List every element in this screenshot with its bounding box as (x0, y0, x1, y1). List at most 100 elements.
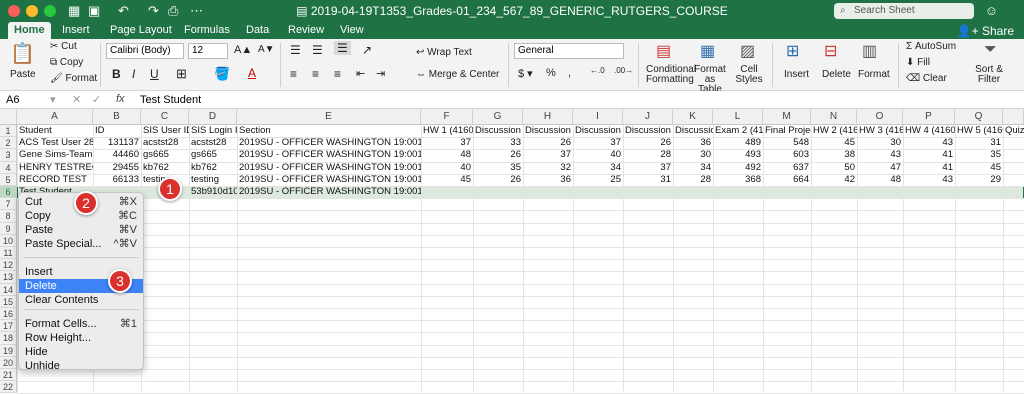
data-cell[interactable]: 40 (573, 149, 623, 161)
row-header[interactable]: 5 (0, 173, 17, 186)
data-cell[interactable]: 38 (811, 149, 857, 161)
autosum-button[interactable]: Σ AutoSum (906, 41, 956, 52)
data-cell[interactable]: kb762 (189, 162, 237, 174)
menu-item-paste-special[interactable]: Paste Special... ^⌘V (19, 237, 143, 251)
data-cell[interactable]: gs665 (189, 149, 237, 161)
row-header[interactable]: 6 (0, 186, 17, 199)
cell-styles-button[interactable]: Cell Styles (734, 65, 764, 85)
data-cell[interactable]: 664 (763, 174, 811, 186)
column-title-cell[interactable]: SIS User ID (141, 125, 189, 137)
select-all-corner[interactable] (0, 109, 17, 125)
data-cell[interactable]: 43 (857, 149, 903, 161)
data-cell[interactable]: 131137 (93, 137, 141, 149)
data-cell[interactable]: 637 (763, 162, 811, 174)
data-cell[interactable]: 37 (523, 149, 573, 161)
row-header[interactable]: 19 (0, 344, 17, 357)
data-cell[interactable]: 45 (955, 162, 1003, 174)
data-cell[interactable]: 29455 (93, 162, 141, 174)
data-cell[interactable]: 368 (713, 174, 763, 186)
cancel-icon[interactable]: ✕ (72, 93, 81, 106)
formula-input[interactable]: Test Student (140, 94, 201, 106)
data-cell[interactable]: 41 (903, 149, 955, 161)
row-header[interactable]: 18 (0, 332, 17, 345)
row-header[interactable]: 12 (0, 259, 17, 272)
data-cell[interactable]: 37 (421, 137, 473, 149)
data-cell[interactable]: Gene Sims-Team-Te (17, 149, 93, 161)
column-title-cell[interactable]: Student (17, 125, 93, 137)
format-painter-button[interactable]: 🖌 Format (50, 73, 97, 84)
tab-data[interactable]: Data (240, 22, 275, 39)
column-header[interactable]: I (573, 109, 623, 125)
column-header[interactable]: A (17, 109, 93, 125)
data-cell[interactable]: 34 (673, 162, 713, 174)
data-cell[interactable]: 36 (523, 174, 573, 186)
row-header[interactable]: 3 (0, 149, 17, 162)
data-cell[interactable]: 40 (421, 162, 473, 174)
delete-cells-icon[interactable]: ⊟ (824, 41, 837, 61)
smiley-feedback-icon[interactable]: ☺ (985, 3, 998, 18)
data-cell[interactable]: 35 (473, 162, 523, 174)
number-format-select[interactable]: General (514, 43, 624, 59)
menu-item-paste[interactable]: Paste ⌘V (19, 223, 143, 237)
data-cell[interactable]: acstst28 (141, 137, 189, 149)
column-header[interactable]: B (93, 109, 141, 125)
row-header[interactable]: 13 (0, 271, 17, 284)
data-cell[interactable]: 42 (811, 174, 857, 186)
data-cell[interactable]: 45 (811, 137, 857, 149)
name-box-dropdown-icon[interactable]: ▾ (50, 93, 56, 106)
tab-home[interactable]: Home (8, 22, 51, 39)
column-title-cell[interactable]: Discussion 5 (673, 125, 713, 137)
data-cell[interactable]: 30 (673, 149, 713, 161)
comma-icon[interactable]: , (568, 67, 571, 79)
data-cell[interactable]: 37 (623, 162, 673, 174)
borders-icon[interactable]: ⊞ (176, 66, 187, 82)
share-button[interactable]: 👤+ Share (957, 24, 1014, 38)
data-cell[interactable]: 28 (623, 149, 673, 161)
bold-button[interactable]: B (112, 67, 121, 81)
conditional-formatting-button[interactable]: Conditional Formatting (646, 65, 696, 85)
row-header[interactable]: 16 (0, 308, 17, 321)
column-header[interactable]: E (237, 109, 421, 125)
column-header[interactable]: O (857, 109, 903, 125)
tab-page-layout[interactable]: Page Layout (104, 22, 178, 39)
column-header[interactable]: G (473, 109, 523, 125)
data-cell[interactable]: 2019SU - OFFICER WASHINGTON 19:001:022:A… (237, 137, 421, 149)
data-cell[interactable]: 31 (955, 137, 1003, 149)
data-cell[interactable]: 489 (713, 137, 763, 149)
data-cell[interactable]: 45 (421, 174, 473, 186)
data-cell[interactable]: 29 (955, 174, 1003, 186)
data-cell[interactable]: 548 (763, 137, 811, 149)
align-top-icon[interactable]: ☰ (290, 43, 301, 57)
row-header[interactable]: 14 (0, 283, 17, 296)
column-header[interactable]: D (189, 109, 237, 125)
cut-button[interactable]: ✂ Cut (50, 41, 77, 52)
data-cell[interactable]: 34 (573, 162, 623, 174)
data-cell[interactable]: 35 (955, 149, 1003, 161)
column-header[interactable]: J (623, 109, 673, 125)
decrease-font-icon[interactable]: A▼ (258, 44, 275, 55)
data-cell[interactable]: 492 (713, 162, 763, 174)
column-header[interactable]: H (523, 109, 573, 125)
column-title-cell[interactable]: Discussion 2 (523, 125, 573, 137)
data-cell[interactable]: 26 (623, 137, 673, 149)
data-cell[interactable]: testing (189, 174, 237, 186)
underline-button[interactable]: U (150, 67, 159, 81)
menu-item-clear-contents[interactable]: Clear Contents (19, 293, 143, 307)
data-cell[interactable]: 41 (903, 162, 955, 174)
function-icon[interactable]: fx (116, 93, 125, 105)
format-cells-button[interactable]: Format (858, 69, 890, 80)
currency-icon[interactable]: $ ▾ (518, 67, 533, 80)
column-title-cell[interactable]: HW 2 (41601 (811, 125, 857, 137)
data-cell[interactable]: 2019SU - OFFICER WASHINGTON 19:001:022:A… (237, 162, 421, 174)
column-title-cell[interactable]: Final Project (763, 125, 811, 137)
column-header[interactable]: M (763, 109, 811, 125)
row-header[interactable]: 1 (0, 125, 17, 138)
percent-icon[interactable]: % (546, 67, 556, 79)
column-title-cell[interactable]: Quiz 1 (1003, 125, 1024, 137)
data-cell[interactable]: 493 (713, 149, 763, 161)
data-cell[interactable]: 28 (673, 174, 713, 186)
tab-view[interactable]: View (334, 22, 370, 39)
column-title-cell[interactable]: Section (237, 125, 421, 137)
insert-cells-icon[interactable]: ⊞ (786, 41, 799, 61)
column-title-cell[interactable]: HW 3 (41601 (857, 125, 903, 137)
